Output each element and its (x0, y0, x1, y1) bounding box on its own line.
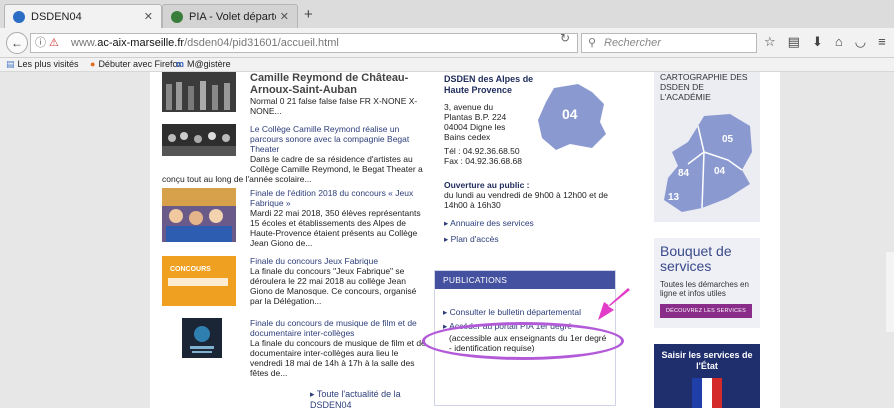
news-thumbnail[interactable] (182, 318, 222, 358)
discover-services-button[interactable]: DÉCOUVREZ LES SERVICES (660, 304, 752, 318)
web-page: Camille Reymond de Château-Arnoux-Saint-… (0, 72, 894, 408)
page-edge (886, 252, 894, 332)
dsden-favicon-icon (13, 10, 25, 23)
right-sidebar: CARTOGRAPHIE DES DSDEN DE L'ACADÉMIE 05 … (654, 72, 760, 408)
directory-link[interactable]: ▸ Annuaire des services (444, 218, 534, 229)
url-prefix: www. (71, 37, 98, 49)
search-icon: ⚲ (588, 37, 597, 49)
pointer-arrow-icon (598, 288, 630, 320)
news-thumbnail[interactable] (162, 124, 236, 156)
url-path: /dsden04/pid31601/accueil.html (184, 37, 339, 49)
contact-block: DSDEN des Alpes de Haute Provence 3, ave… (444, 72, 622, 258)
thumbnail-caption: CONCOURS (170, 266, 211, 273)
pia-favicon-icon (171, 10, 183, 23)
region-label-04: 04 (714, 166, 726, 177)
thumbnail-banner (168, 278, 228, 286)
magistere-icon: m (176, 59, 185, 69)
firefox-icon: ● (90, 59, 96, 69)
home-icon[interactable]: ⌂ (835, 34, 843, 50)
news-summary: Normal 0 21 false false false FR X-NONE … (250, 96, 418, 116)
url-domain: ac-aix-marseille.fr (97, 37, 185, 49)
people-photo-icon (162, 72, 236, 112)
bookmark-most-visited[interactable]: ▤ Les plus visités (6, 58, 79, 71)
news-thumbnail[interactable]: CONCOURS (162, 256, 236, 306)
news-summary: La finale du concours "Jeux Fabrique" se… (250, 266, 417, 306)
toolbar-icons: ☆ ▤ ⬇ ⌂ ◡ ≡ (764, 34, 886, 50)
department-number: 04 (562, 106, 578, 122)
news-title[interactable]: Finale du concours Jeux Fabrique (250, 256, 430, 266)
academy-map-block[interactable]: CARTOGRAPHIE DES DSDEN DE L'ACADÉMIE 05 … (654, 72, 760, 222)
poster-icon (182, 318, 222, 358)
back-button[interactable]: ← (6, 32, 28, 54)
reading-list-icon[interactable]: ▤ (788, 34, 800, 50)
group-photo-icon (162, 124, 236, 156)
services-bouquet-block[interactable]: Bouquet de services Toutes les démarches… (654, 238, 760, 328)
tab-dsden04[interactable]: DSDEN04 ✕ (4, 4, 162, 28)
bookmark-magistere[interactable]: m M@gistère (176, 58, 231, 71)
news-summary: Mardi 22 mai 2018, 350 élèves représenta… (250, 208, 421, 248)
access-map-link[interactable]: ▸ Plan d'accès (444, 234, 499, 245)
bouquet-subtitle: Toutes les démarches en ligne et infos u… (660, 280, 749, 298)
news-summary: Dans le cadre de sa résidence d'artistes… (250, 154, 423, 174)
opening-hours: Ouverture au public : du lundi au vendre… (444, 180, 608, 210)
region-label-05: 05 (722, 134, 734, 145)
navigation-bar: ← ⓘ ⚠ www.ac-aix-marseille.fr/dsden04/pi… (0, 28, 894, 58)
tab-label: PIA - Volet départemental ... (189, 10, 276, 23)
bookmark-getting-started[interactable]: ● Débuter avec Firefox (90, 58, 182, 71)
bookmark-star-icon[interactable]: ☆ (764, 34, 776, 50)
marianne-logo-icon (692, 378, 722, 408)
bulletin-link[interactable]: ▸ Consulter le bulletin départemental (443, 307, 581, 318)
students-photo-icon (162, 188, 236, 242)
all-news-link[interactable]: ▸ Toute l'actualité de la DSDEN04 (310, 389, 430, 408)
info-icon[interactable]: ⓘ (35, 34, 46, 52)
insecure-lock-icon[interactable]: ⚠ (49, 34, 59, 52)
region-label-13: 13 (668, 192, 680, 203)
reload-icon[interactable]: ↻ (560, 31, 570, 45)
news-summary-continued: conçu tout au long de l'année scolaire..… (162, 174, 312, 184)
news-title[interactable]: Finale de l'édition 2018 du concours « J… (250, 188, 430, 208)
folder-icon: ▤ (6, 59, 15, 69)
news-thumbnail[interactable] (162, 188, 236, 242)
url-bar[interactable]: ⓘ ⚠ www.ac-aix-marseille.fr/dsden04/pid3… (30, 33, 578, 53)
state-services-title: Saisir les services de l'État (661, 350, 753, 371)
search-placeholder: Rechercher (604, 37, 661, 49)
academy-map-title: CARTOGRAPHIE DES DSDEN DE L'ACADÉMIE (660, 72, 748, 102)
close-tab-icon[interactable]: ✕ (144, 10, 153, 23)
tab-pia[interactable]: PIA - Volet départemental ... ✕ (162, 4, 298, 28)
highlight-ellipse (422, 322, 624, 360)
publications-header: PUBLICATIONS (435, 271, 615, 289)
pocket-icon[interactable]: ◡ (855, 34, 866, 50)
menu-icon[interactable]: ≡ (878, 34, 886, 50)
search-input[interactable]: ⚲ Rechercher (581, 33, 757, 53)
state-services-block[interactable]: Saisir les services de l'État (654, 344, 760, 408)
new-tab-button[interactable]: + (304, 6, 313, 23)
download-icon[interactable]: ⬇ (812, 34, 823, 50)
close-tab-icon[interactable]: ✕ (280, 10, 289, 23)
news-thumbnail[interactable] (162, 72, 236, 112)
tab-label: DSDEN04 (31, 10, 82, 23)
news-title[interactable]: Finale du concours de musique de film et… (250, 318, 430, 338)
news-title[interactable]: Le Collège Camille Reymond réalise un pa… (250, 124, 430, 154)
bookmarks-bar: ▤ Les plus visités ● Débuter avec Firefox … (0, 58, 894, 72)
news-title[interactable]: Camille Reymond de Château-Arnoux-Saint-… (250, 72, 430, 96)
region-label-84: 84 (678, 168, 690, 179)
contact-name: DSDEN des Alpes de Haute Provence (444, 74, 534, 95)
contact-address: 3, avenue du Plantas B.P. 224 04004 Dign… (444, 102, 507, 142)
news-summary: La finale du concours de musique de film… (250, 338, 426, 378)
region-map-icon[interactable]: 05 84 04 13 (658, 112, 756, 216)
tab-bar: DSDEN04 ✕ PIA - Volet départemental ... … (0, 0, 894, 28)
page-content: Camille Reymond de Château-Arnoux-Saint-… (150, 72, 780, 408)
bouquet-title: Bouquet de services (660, 243, 732, 274)
